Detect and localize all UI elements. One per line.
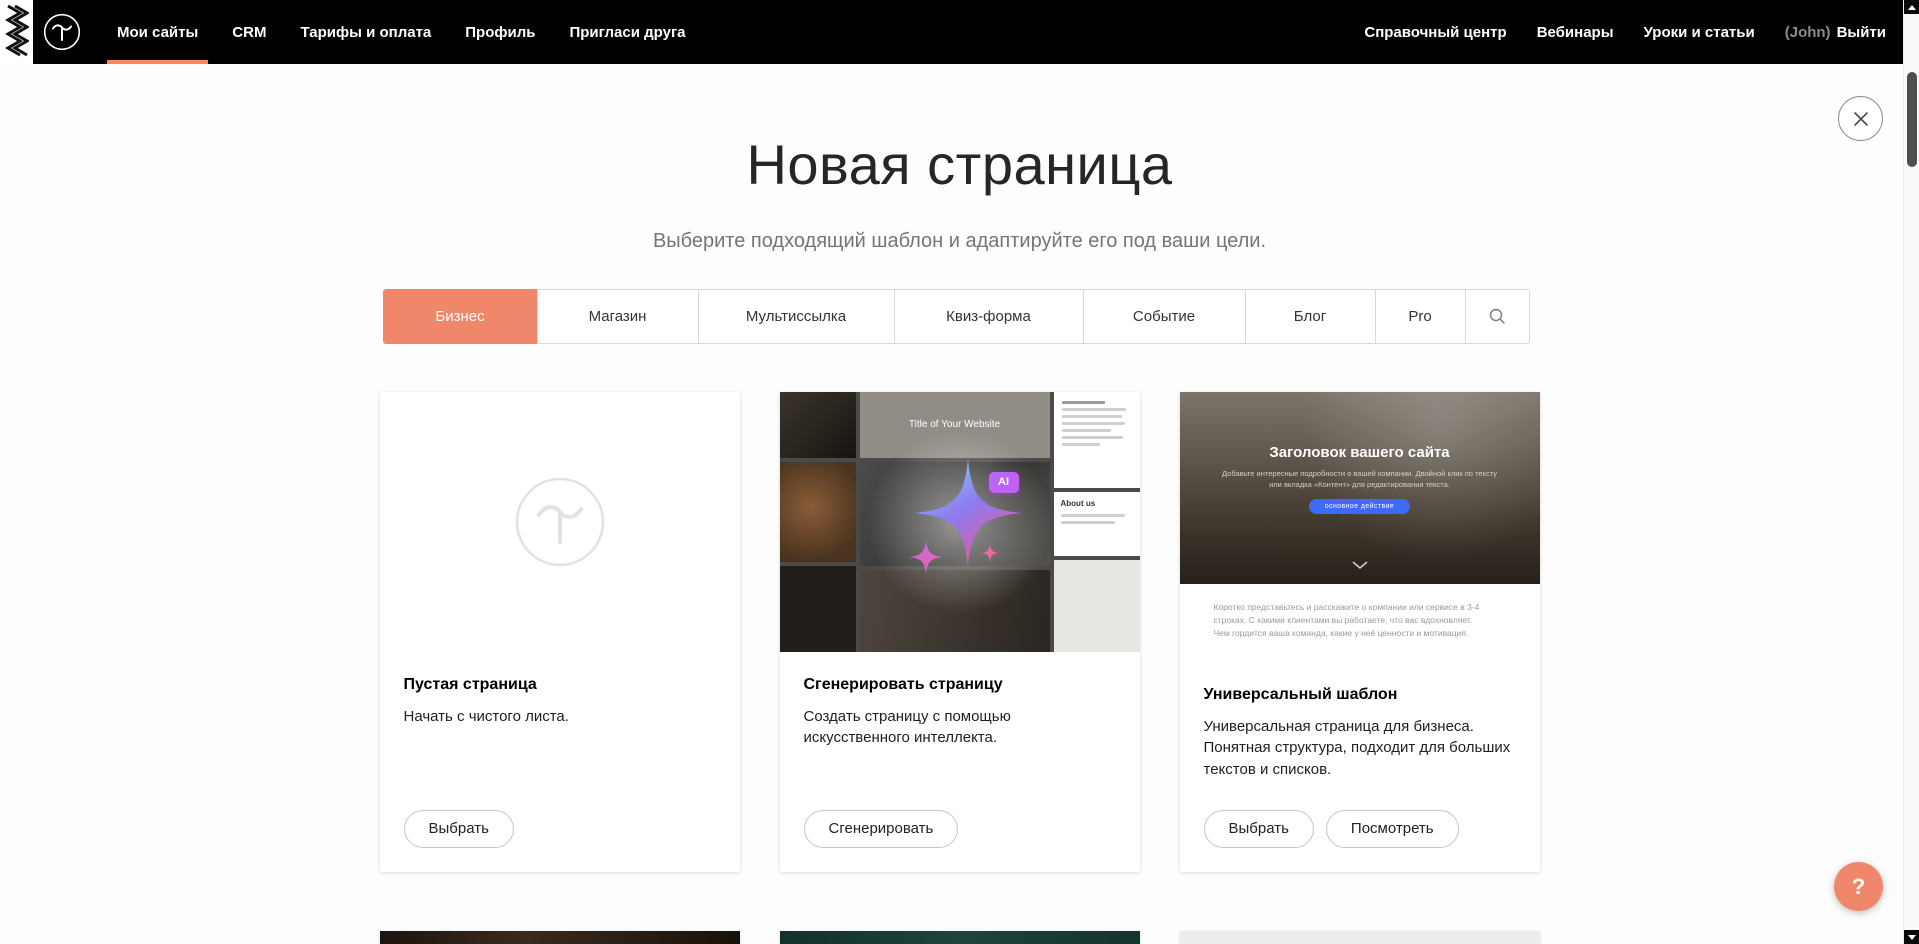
nav-my-sites[interactable]: Мои сайты [117,0,198,64]
template-category-tabs: Бизнес Магазин Мультиссылка Квиз-форма С… [383,289,1537,344]
nav-invite-friend[interactable]: Пригласи друга [569,0,685,64]
card-description: Универсальная страница для бизнеса. Поня… [1204,716,1516,781]
select-universal-button[interactable]: Выбрать [1204,810,1314,848]
card-description: Создать страницу с помощью искусственног… [804,706,1116,750]
secondary-menu: Справочный центр Вебинары Уроки и статьи… [1364,0,1886,64]
card-actions: Сгенерировать [804,810,1116,848]
scrollbar-up-button[interactable] [1904,0,1919,14]
preview-tile-about: About us [1054,492,1140,556]
new-page-dialog: Новая страница Выберите подходящий шабло… [0,0,1919,944]
card-body: Сгенерировать страницу Создать страницу … [780,652,1140,872]
zigzag-decoration [0,0,33,64]
preview-hero-button: основное действие [1309,499,1410,514]
nav-profile[interactable]: Профиль [465,0,535,64]
template-cards-row-2 [380,931,1540,944]
search-icon [1488,307,1506,325]
preview-tile-photo [780,462,856,562]
card-actions: Выбрать [404,810,716,848]
card-title: Пустая страница [404,676,716,694]
scroll-down-icon [1908,935,1916,940]
template-thumbnail [380,931,740,944]
close-button[interactable] [1838,96,1883,141]
tab-business[interactable]: Бизнес [383,289,538,344]
tab-multilink[interactable]: Мультиссылка [698,289,895,344]
preview-hero-caption: Добавьте интересные подробности о вашей … [1219,468,1500,491]
tilda-logo-icon [43,13,81,51]
scrollbar-thumb[interactable] [1907,72,1917,167]
template-thumbnail [780,931,1140,944]
template-card-generate: Title of Your Website About us [780,392,1140,872]
select-blank-button[interactable]: Выбрать [404,810,514,848]
template-card-universal: Заголовок вашего сайта Добавьте интересн… [1180,392,1540,872]
ai-sparkle-icon [880,439,1040,599]
tab-quiz-form[interactable]: Квиз-форма [894,289,1084,344]
tab-search[interactable] [1465,289,1530,344]
top-navigation-bar: Мои сайты CRM Тарифы и оплата Профиль Пр… [33,0,1903,64]
blank-preview [380,392,740,652]
template-card-partial[interactable] [380,931,740,944]
generate-button[interactable]: Сгенерировать [804,810,959,848]
ai-badge: AI [989,472,1019,493]
zigzag-pattern-icon [5,4,29,60]
card-body: Универсальный шаблон Универсальная стран… [1180,666,1540,872]
nav-tariffs[interactable]: Тарифы и оплата [300,0,431,64]
card-title: Универсальный шаблон [1204,686,1516,704]
template-card-partial[interactable] [780,931,1140,944]
main-menu: Мои сайты CRM Тарифы и оплата Профиль Пр… [117,0,686,64]
scrollbar-down-button[interactable] [1904,930,1919,944]
card-title: Сгенерировать страницу [804,676,1116,694]
nav-crm[interactable]: CRM [232,0,266,64]
preview-body-text: Коротко представьтесь и расскажите о ком… [1180,584,1540,666]
tab-event[interactable]: Событие [1083,289,1246,344]
preview-tile-text [1054,392,1140,488]
preview-about-label: About us [1061,499,1096,508]
card-body: Пустая страница Начать с чистого листа. … [380,652,740,872]
vertical-scrollbar[interactable] [1903,0,1919,944]
chevron-down-icon [1352,556,1368,574]
page-title: Новая страница [0,134,1919,196]
preview-tile-light [1054,560,1140,652]
card-actions: Выбрать Посмотреть [1204,810,1516,848]
template-card-partial[interactable] [1180,931,1540,944]
template-cards-row: Пустая страница Начать с чистого листа. … [380,392,1540,872]
tilda-watermark-icon [514,476,606,568]
template-card-blank: Пустая страница Начать с чистого листа. … [380,392,740,872]
nav-logout[interactable]: (John) Выйти [1785,0,1886,64]
nav-help-center[interactable]: Справочный центр [1364,0,1506,64]
user-name: (John) [1785,24,1831,41]
nav-webinars[interactable]: Вебинары [1537,0,1614,64]
logout-label: Выйти [1837,24,1886,41]
template-thumbnail [1180,931,1540,944]
help-question-icon: ? [1852,874,1865,900]
tab-blog[interactable]: Блог [1245,289,1376,344]
scroll-up-icon [1908,5,1916,10]
ai-preview-collage: Title of Your Website About us [780,392,1140,652]
preview-universal-button[interactable]: Посмотреть [1326,810,1459,848]
preview-tile-photo [780,566,856,652]
preview-hero-title: Заголовок вашего сайта [1269,444,1449,461]
close-icon [1853,111,1869,127]
tab-store[interactable]: Магазин [537,289,699,344]
tab-pro[interactable]: Pro [1375,289,1466,344]
help-button[interactable]: ? [1834,862,1883,911]
preview-tile-photo [780,392,856,458]
tilda-logo[interactable] [43,13,81,51]
universal-preview-hero: Заголовок вашего сайта Добавьте интересн… [1180,392,1540,584]
card-description: Начать с чистого листа. [404,706,716,728]
nav-lessons[interactable]: Уроки и статьи [1644,0,1755,64]
page-subtitle: Выберите подходящий шаблон и адаптируйте… [0,230,1919,253]
